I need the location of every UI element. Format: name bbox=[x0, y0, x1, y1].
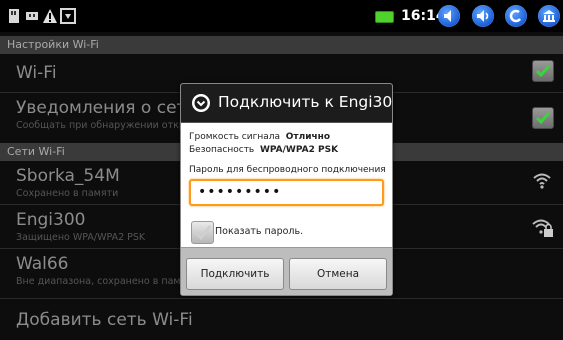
download-icon bbox=[60, 8, 76, 28]
dialog-title: Подключить к Engi300 bbox=[218, 93, 393, 111]
back-circle-icon[interactable] bbox=[505, 5, 527, 27]
cancel-button[interactable]: Отмена bbox=[289, 258, 387, 290]
signal-label: Громкость сигнала bbox=[189, 132, 280, 142]
bank-icon[interactable] bbox=[538, 5, 560, 27]
wifi-locked-icon bbox=[532, 218, 554, 242]
wifi-title: Wi-Fi bbox=[16, 63, 57, 83]
wifi-signal-icon bbox=[532, 172, 552, 194]
network-item[interactable]: Sborka_54M Сохранено в памяти bbox=[16, 166, 120, 199]
password-field[interactable]: ••••••••• bbox=[189, 179, 384, 206]
network-item[interactable]: Wal66 Вне диапазона, сохранено в памяти bbox=[16, 254, 198, 287]
password-label: Пароль для беспроводного подключения bbox=[189, 165, 386, 175]
network-name: Sborka_54M bbox=[16, 166, 120, 186]
network-status: Сохранено в памяти bbox=[16, 188, 119, 199]
network-status: Защищено WPA/WPA2 PSK bbox=[16, 232, 146, 243]
battery-icon bbox=[375, 11, 394, 23]
wifi-checkbox[interactable] bbox=[532, 60, 554, 82]
divider bbox=[0, 298, 563, 299]
signal-value: Отлично bbox=[285, 132, 331, 142]
volume-up-icon[interactable] bbox=[472, 5, 494, 27]
chevron-down-icon bbox=[192, 94, 210, 112]
status-bar: 16:14 bbox=[0, 0, 563, 32]
security-row: Безопасность WPA/WPA2 PSK bbox=[189, 145, 338, 155]
sd-card-icon bbox=[6, 8, 22, 28]
usb-icon bbox=[24, 8, 40, 28]
volume-down-icon[interactable] bbox=[438, 5, 460, 27]
section-header-wifi: Настройки Wi-Fi bbox=[0, 36, 563, 54]
warning-icon bbox=[42, 8, 58, 28]
dialog-body: Громкость сигнала Отлично Безопасность W… bbox=[181, 123, 392, 247]
connect-button[interactable]: Подключить bbox=[186, 258, 284, 290]
network-name: Wal66 bbox=[16, 254, 69, 274]
network-status: Вне диапазона, сохранено в памяти bbox=[16, 276, 198, 287]
network-item[interactable]: Engi300 Защищено WPA/WPA2 PSK bbox=[16, 210, 145, 243]
connect-dialog: Подключить к Engi300 Громкость сигнала О… bbox=[180, 83, 393, 296]
add-network-label: Добавить сеть Wi-Fi bbox=[16, 310, 193, 330]
security-label: Безопасность bbox=[189, 145, 255, 155]
security-value: WPA/WPA2 PSK bbox=[259, 145, 339, 155]
network-name: Engi300 bbox=[16, 210, 86, 230]
password-value: ••••••••• bbox=[198, 184, 282, 200]
show-password-label: Показать пароль. bbox=[215, 226, 304, 237]
notify-checkbox[interactable] bbox=[532, 107, 554, 129]
signal-row: Громкость сигнала Отлично bbox=[189, 132, 330, 142]
dialog-footer: Подключить Отмена bbox=[181, 247, 392, 295]
add-network-item[interactable]: Добавить сеть Wi-Fi bbox=[16, 310, 193, 330]
dialog-titlebar: Подключить к Engi300 bbox=[181, 84, 392, 123]
show-password-checkbox[interactable] bbox=[191, 221, 214, 244]
wifi-toggle-row[interactable]: Wi-Fi bbox=[16, 63, 57, 83]
